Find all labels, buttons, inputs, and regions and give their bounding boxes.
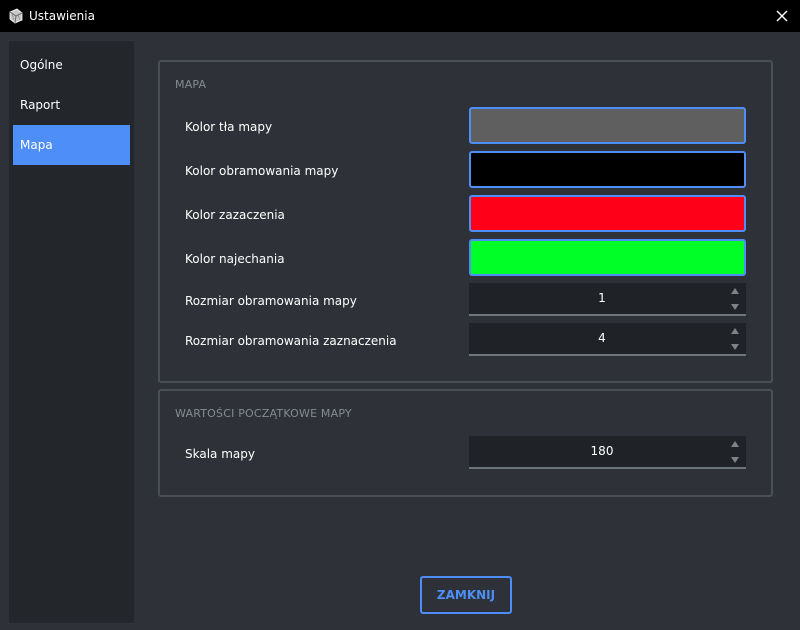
label-map-border-size: Rozmiar obramowania mapy bbox=[185, 294, 357, 308]
map-settings-group: MAPA Kolor tła mapy Kolor obramowania ma… bbox=[158, 60, 773, 383]
map-border-size-spinbox[interactable]: 1 bbox=[469, 283, 746, 316]
group-title-initial-values: WARTOŚCI POCZĄTKOWE MAPY bbox=[175, 407, 352, 420]
increment-arrow-icon[interactable] bbox=[729, 325, 741, 337]
label-map-background-color: Kolor tła mapy bbox=[185, 120, 273, 134]
sidebar-item-mapa[interactable]: Mapa bbox=[13, 125, 130, 165]
label-selection-color: Kolor zazaczenia bbox=[185, 208, 285, 222]
label-map-border-color: Kolor obramowania mapy bbox=[185, 164, 339, 178]
title-bar: Ustawienia bbox=[0, 0, 800, 32]
map-scale-spinbox[interactable]: 180 bbox=[469, 436, 746, 469]
selection-border-size-value: 4 bbox=[598, 331, 606, 345]
close-icon bbox=[776, 7, 788, 26]
selection-color-picker[interactable] bbox=[469, 195, 746, 232]
window-title: Ustawienia bbox=[29, 9, 95, 23]
map-scale-value: 180 bbox=[590, 444, 614, 458]
map-background-color-picker[interactable] bbox=[469, 107, 746, 144]
initial-values-group: WARTOŚCI POCZĄTKOWE MAPY Skala mapy 180 bbox=[158, 389, 773, 497]
label-hover-color: Kolor najechania bbox=[185, 252, 285, 266]
decrement-arrow-icon[interactable] bbox=[729, 301, 741, 313]
decrement-arrow-icon[interactable] bbox=[729, 341, 741, 353]
sidebar-item-raport[interactable]: Raport bbox=[13, 85, 130, 125]
increment-arrow-icon[interactable] bbox=[729, 438, 741, 450]
sidebar: Ogólne Raport Mapa bbox=[9, 41, 134, 623]
sidebar-item-ogolne[interactable]: Ogólne bbox=[13, 45, 130, 85]
label-map-scale: Skala mapy bbox=[185, 447, 255, 461]
decrement-arrow-icon[interactable] bbox=[729, 454, 741, 466]
group-title-map: MAPA bbox=[175, 78, 207, 91]
label-selection-border-size: Rozmiar obramowania zaznaczenia bbox=[185, 334, 397, 348]
settings-app-icon bbox=[8, 8, 24, 24]
hover-color-picker[interactable] bbox=[469, 239, 746, 276]
increment-arrow-icon[interactable] bbox=[729, 285, 741, 297]
map-border-size-value: 1 bbox=[598, 291, 606, 305]
selection-border-size-spinbox[interactable]: 4 bbox=[469, 323, 746, 356]
map-border-color-picker[interactable] bbox=[469, 151, 746, 188]
close-button[interactable]: ZAMKNIJ bbox=[420, 576, 512, 614]
close-window-button[interactable] bbox=[764, 0, 800, 32]
